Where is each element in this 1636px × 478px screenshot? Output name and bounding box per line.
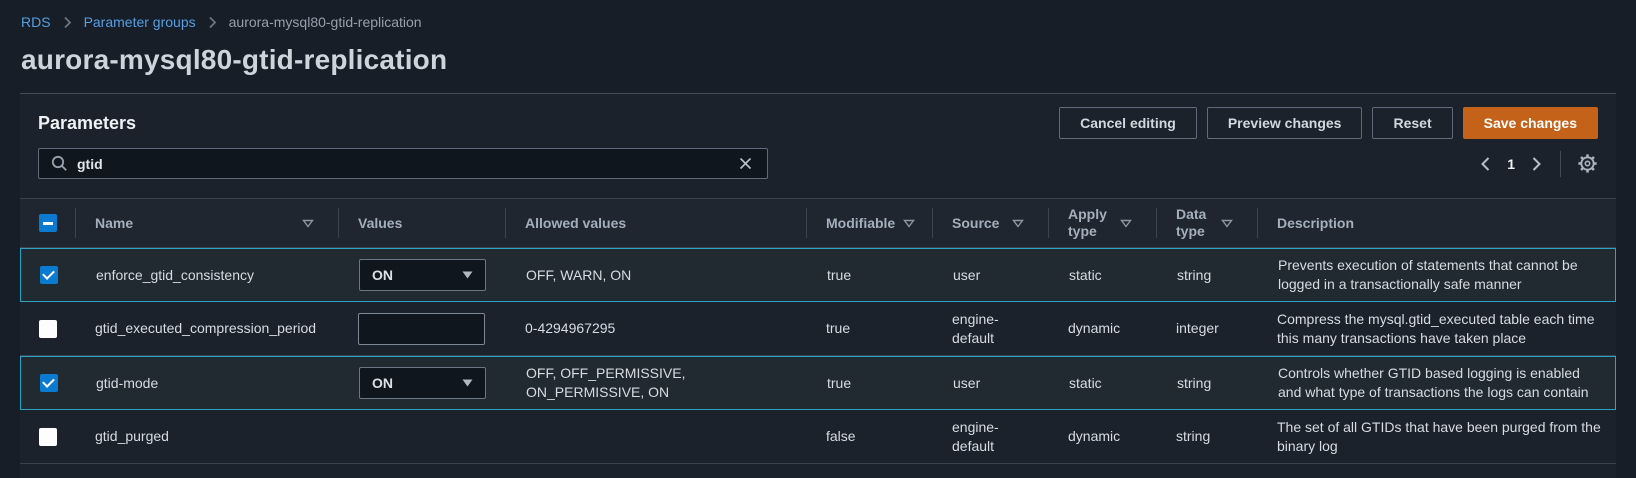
pagination: 1 [1478,150,1598,177]
search-input[interactable] [77,155,727,172]
data-type-value: string [1177,266,1212,283]
row-checkbox[interactable] [40,374,58,392]
column-label: Data type [1176,206,1207,239]
pager-divider [1560,150,1561,177]
sort-icon[interactable] [895,219,916,228]
panel-header: Parameters Cancel editing Preview change… [20,94,1616,139]
description: Compress the mysql.gtid_executed table e… [1277,310,1595,346]
breadcrumb: RDS Parameter groups aurora-mysql80-gtid… [0,0,1636,30]
allowed-values [505,410,806,463]
table-row: gtid_executed_compression_period 0-42949… [20,302,1616,356]
column-header-name[interactable]: Name [75,199,338,247]
column-label: Description [1277,214,1355,231]
data-type-value: string [1177,374,1212,391]
chevron-right-icon [63,16,72,29]
empty-values-cell [338,410,505,463]
allowed-values: 0-4294967295 [525,320,616,336]
row-checkbox[interactable] [39,427,57,446]
description: The set of all GTIDs that have been purg… [1277,418,1601,454]
sort-icon[interactable] [294,219,314,228]
panel-title: Parameters [38,112,137,133]
save-changes-button[interactable]: Save changes [1462,107,1598,139]
parameter-name: gtid_purged [95,428,169,444]
reset-button[interactable]: Reset [1372,107,1453,139]
apply-type-value: static [1069,374,1102,391]
allowed-values: OFF, OFF_PERMISSIVE, ON_PERMISSIVE, ON [526,365,686,400]
value-select[interactable]: ON [359,259,486,291]
data-type-value: string [1176,428,1211,444]
breadcrumb-parameter-groups-link[interactable]: Parameter groups [84,14,196,30]
magnifier-icon [51,155,68,172]
apply-type-value: dynamic [1068,428,1121,444]
panel-actions: Cancel editing Preview changes Reset Sav… [1059,107,1598,139]
selected-value: ON [372,374,393,391]
column-header-values: Values [338,199,505,247]
description: Prevents execution of statements that ca… [1278,257,1578,292]
value-input[interactable] [358,312,485,345]
chevron-down-icon [462,379,473,387]
selected-value: ON [372,266,393,283]
column-header-allowed-values: Allowed values [505,199,806,247]
table-row: gtid-mode ON OFF, OFF_PERMISSIVE, ON_PER… [20,356,1616,410]
chevron-right-icon [208,16,217,29]
modifiable-value: true [827,374,852,391]
allowed-values: OFF, WARN, ON [526,266,632,283]
sort-icon[interactable] [1213,219,1233,228]
column-header-description: Description [1257,199,1616,247]
apply-type-value: static [1069,266,1102,283]
table-toolbar: 1 [20,139,1616,179]
column-header-modifiable[interactable]: Modifiable [806,199,932,247]
previous-page-button[interactable] [1478,154,1493,174]
value-select[interactable]: ON [359,367,486,399]
column-label: Allowed values [525,214,627,231]
description: Controls whether GTID based logging is e… [1278,365,1589,400]
column-label: Values [358,214,403,231]
parameters-panel: Parameters Cancel editing Preview change… [20,93,1616,478]
select-all-cell [20,199,75,247]
gear-icon[interactable] [1577,153,1598,174]
source-value: engine-default [952,310,999,346]
row-checkbox[interactable] [39,319,57,338]
parameter-search[interactable] [38,148,768,179]
table-header-row: Name Values Allowed values Modifiable So… [20,198,1616,248]
row-checkbox[interactable] [40,266,58,284]
source-value: user [953,374,981,391]
page-title: aurora-mysql80-gtid-replication [21,44,448,75]
parameter-name: enforce_gtid_consistency [96,266,254,283]
table-row: gtid_purged false engine-default dynamic… [20,410,1616,464]
clear-search-icon[interactable] [736,154,755,173]
data-type-value: integer [1176,320,1219,336]
column-label: Modifiable [826,214,896,231]
breadcrumb-current: aurora-mysql80-gtid-replication [228,14,422,30]
parameters-table: Name Values Allowed values Modifiable So… [20,198,1616,464]
column-label: Source [952,214,1000,231]
cancel-editing-button[interactable]: Cancel editing [1059,107,1197,139]
column-header-data-type[interactable]: Data type [1156,199,1257,247]
next-page-button[interactable] [1529,154,1544,174]
apply-type-value: dynamic [1068,320,1121,336]
column-header-apply-type[interactable]: Apply type [1048,199,1156,247]
table-row: enforce_gtid_consistency ON OFF, WARN, O… [20,248,1616,302]
parameter-name: gtid-mode [96,374,159,391]
rds-parameter-group-page: RDS Parameter groups aurora-mysql80-gtid… [0,0,1636,478]
sort-icon[interactable] [1112,219,1132,228]
parameter-name: gtid_executed_compression_period [95,320,317,336]
chevron-down-icon [462,271,473,279]
modifiable-value: true [827,266,852,283]
column-label: Apply type [1068,206,1107,239]
source-value: user [953,266,981,283]
sort-icon[interactable] [1004,219,1024,228]
source-value: engine-default [952,418,999,454]
preview-changes-button[interactable]: Preview changes [1206,107,1363,139]
breadcrumb-rds-link[interactable]: RDS [21,14,51,30]
modifiable-value: false [826,428,856,444]
column-label: Name [95,214,134,231]
modifiable-value: true [826,320,851,336]
column-header-source[interactable]: Source [932,199,1048,247]
current-page-number[interactable]: 1 [1507,156,1515,172]
select-all-checkbox[interactable] [39,214,57,232]
